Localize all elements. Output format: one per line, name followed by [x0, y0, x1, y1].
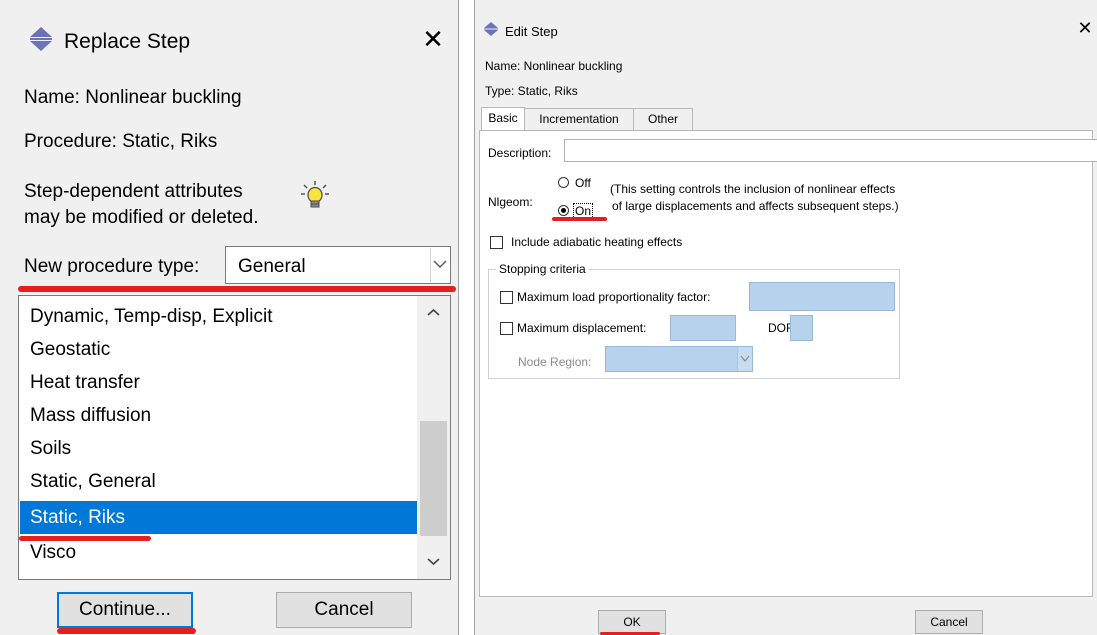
nlgeom-off-label: Off	[575, 176, 591, 190]
node-region-label: Node Region:	[518, 355, 592, 369]
max-displacement-label: Maximum displacement:	[517, 321, 647, 335]
step-type: Type: Static, Riks	[485, 84, 578, 98]
node-region-select[interactable]	[605, 346, 753, 372]
nlgeom-label: Nlgeom:	[488, 195, 533, 209]
max-displacement-input[interactable]	[670, 315, 736, 341]
tab-incrementation[interactable]: Incrementation	[524, 108, 634, 130]
adiabatic-checkbox[interactable]	[490, 236, 503, 249]
list-item-selected[interactable]: Static, Riks	[20, 501, 417, 534]
list-item[interactable]: Soils	[20, 432, 417, 465]
nlgeom-off-radio[interactable]	[558, 177, 569, 188]
step-procedure: Procedure: Static, Riks	[24, 131, 218, 152]
continue-button[interactable]: Continue...	[57, 592, 193, 628]
annotation-underline	[552, 217, 607, 221]
nlgeom-note-line-1: (This setting controls the inclusion of …	[610, 182, 896, 196]
step-name: Name: Nonlinear buckling	[24, 87, 242, 108]
annotation-underline	[19, 536, 151, 541]
annotation-underline	[18, 286, 456, 292]
list-item[interactable]: Geostatic	[20, 333, 417, 366]
chevron-down-icon[interactable]	[737, 347, 752, 371]
close-icon[interactable]: ✕	[418, 24, 448, 54]
list-scrollbar[interactable]	[417, 296, 450, 579]
max-lpf-checkbox[interactable]	[500, 291, 513, 304]
list-item[interactable]: Heat transfer	[20, 366, 417, 399]
description-label: Description:	[488, 146, 552, 160]
chevron-down-icon[interactable]	[430, 248, 449, 282]
dof-input[interactable]	[790, 315, 813, 341]
basic-tab-panel: Description: Nlgeom: Off On (This settin…	[479, 130, 1097, 597]
dialog-title: Replace Step	[64, 30, 191, 53]
step-name: Name: Nonlinear buckling	[485, 59, 623, 73]
step-arrows-icon	[28, 26, 54, 57]
replace-step-dialog: Replace Step ✕ Name: Nonlinear buckling …	[0, 0, 459, 635]
dialog-title: Edit Step	[505, 24, 558, 39]
procedure-type-value: General	[238, 256, 306, 277]
edit-step-dialog: Edit Step ✕ Name: Nonlinear buckling Typ…	[474, 0, 1097, 635]
nlgeom-note-line-2: of large displacements and affects subse…	[612, 199, 899, 213]
adiabatic-label: Include adiabatic heating effects	[511, 235, 683, 249]
ok-button[interactable]: OK	[598, 610, 666, 634]
scrollbar-thumb[interactable]	[420, 421, 447, 536]
annotation-underline	[57, 628, 196, 634]
list-item[interactable]: Mass diffusion	[20, 399, 417, 432]
max-lpf-label: Maximum load proportionality factor:	[517, 290, 711, 304]
list-item[interactable]: Dynamic, Temp-disp, Explicit	[20, 300, 417, 333]
lightbulb-icon	[300, 180, 330, 212]
stopping-criteria-label: Stopping criteria	[496, 262, 589, 276]
step-arrows-icon	[483, 21, 499, 40]
cancel-button[interactable]: Cancel	[276, 592, 412, 628]
tab-other[interactable]: Other	[633, 108, 693, 130]
note-line-2: may be modified or deleted.	[24, 207, 259, 228]
tab-basic[interactable]: Basic	[481, 107, 525, 131]
note-line-1: Step-dependent attributes	[24, 181, 243, 202]
new-procedure-label: New procedure type:	[24, 256, 200, 277]
max-lpf-input[interactable]	[749, 282, 895, 311]
chevron-up-icon[interactable]	[417, 296, 450, 330]
nlgeom-on-radio[interactable]	[558, 205, 569, 216]
cancel-button[interactable]: Cancel	[915, 610, 983, 634]
close-icon[interactable]: ✕	[1075, 18, 1095, 39]
list-item[interactable]: Static, General	[20, 465, 417, 498]
max-displacement-checkbox[interactable]	[500, 322, 513, 335]
procedure-type-select[interactable]: General	[225, 246, 451, 284]
description-input[interactable]	[564, 139, 1097, 162]
chevron-down-icon[interactable]	[417, 545, 450, 579]
